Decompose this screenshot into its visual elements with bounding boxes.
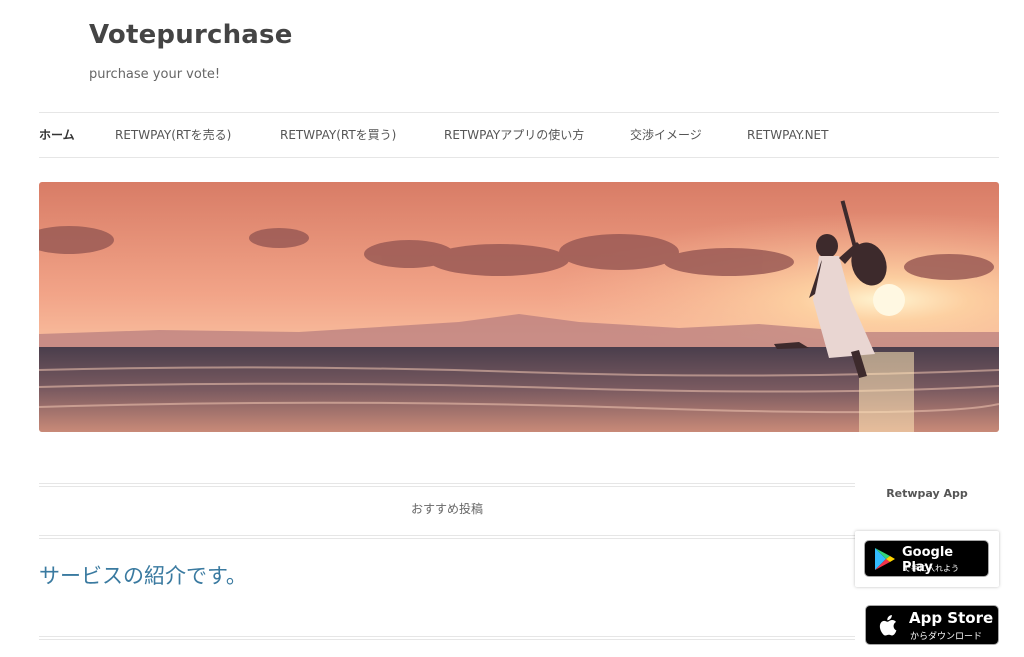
app-store-badge-subtitle: からダウンロード	[910, 632, 983, 642]
google-play-icon	[874, 547, 896, 575]
google-play-badge-subtitle: で手に入れよう	[903, 564, 959, 573]
google-play-card: Google Play で手に入れよう	[855, 531, 999, 587]
section-divider	[39, 639, 855, 640]
section-divider	[39, 636, 855, 637]
google-play-badge[interactable]: Google Play で手に入れよう	[864, 540, 989, 577]
section-divider	[39, 535, 855, 536]
app-store-badge-title: App Store	[909, 609, 994, 627]
site-title[interactable]: Votepurchase	[89, 20, 293, 50]
main-navigation: ホーム RETWPAY(RTを売る) RETWPAY(RTを買う) RETWPA…	[39, 113, 999, 157]
nav-divider-bottom	[39, 157, 999, 158]
post-title-link[interactable]: サービスの紹介です。	[39, 560, 247, 590]
nav-item-retwpay-net[interactable]: RETWPAY.NET	[747, 113, 828, 157]
nav-item-home[interactable]: ホーム	[39, 113, 75, 157]
featured-posts-label: おすすめ投稿	[410, 502, 483, 516]
site-tagline: purchase your vote!	[89, 67, 221, 82]
section-divider	[39, 483, 855, 484]
app-store-badge[interactable]: App Store からダウンロード	[865, 605, 999, 645]
section-divider	[39, 538, 855, 539]
section-divider	[39, 486, 855, 487]
nav-item-app-usage[interactable]: RETWPAYアプリの使い方	[444, 113, 584, 157]
nav-item-buy-rt[interactable]: RETWPAY(RTを買う)	[280, 113, 396, 157]
nav-item-sell-rt[interactable]: RETWPAY(RTを売る)	[115, 113, 231, 157]
apple-icon	[877, 614, 899, 642]
sidebar-widget-title: Retwpay App	[886, 487, 968, 500]
header-banner-image	[39, 182, 999, 432]
nav-item-negotiation[interactable]: 交渉イメージ	[630, 113, 702, 157]
